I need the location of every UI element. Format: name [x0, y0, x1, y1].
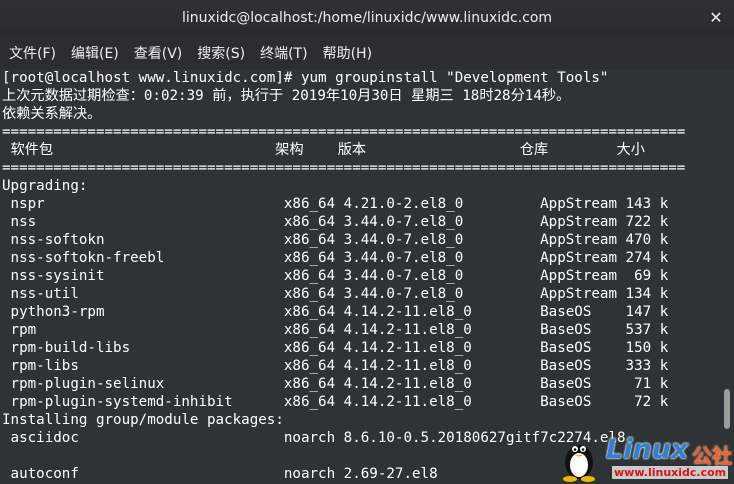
terminal-line: Installing group/module packages: — [2, 412, 284, 428]
menu-help[interactable]: 帮助(H) — [317, 43, 378, 63]
menu-view[interactable]: 查看(V) — [128, 43, 189, 63]
terminal-line: nss-util x86_64 3.44.0-7.el8_0 AppStream… — [2, 286, 669, 302]
close-button[interactable]: ✕ — [706, 8, 726, 28]
terminal-line: 依赖关系解决。 — [2, 106, 102, 122]
watermark-brand: Linux — [606, 434, 689, 465]
terminal-line: rpm-build-libs x86_64 4.14.2-11.el8_0 Ba… — [2, 340, 669, 356]
watermark-suffix: 公社 — [692, 444, 732, 468]
menu-search[interactable]: 搜索(S) — [191, 43, 251, 63]
terminal-line: rpm-libs x86_64 4.14.2-11.el8_0 BaseOS 3… — [2, 358, 669, 374]
terminal-line: 上次元数据过期检查：0:02:39 前，执行于 2019年10月30日 星期三 … — [2, 88, 571, 104]
watermark-url: www.linuxidc.com — [612, 466, 729, 479]
terminal-line: nss-sysinit x86_64 3.44.0-7.el8_0 AppStr… — [2, 268, 669, 284]
menu-edit[interactable]: 编辑(E) — [65, 43, 125, 63]
terminal-line: ========================================… — [2, 124, 686, 140]
terminal-line: python3-rpm x86_64 4.14.2-11.el8_0 BaseO… — [2, 304, 669, 320]
terminal-line: nss-softokn x86_64 3.44.0-7.el8_0 AppStr… — [2, 232, 669, 248]
terminal-line: Upgrading: — [2, 178, 88, 194]
site-watermark: Linux 公社 www.linuxidc.com — [554, 434, 732, 482]
terminal-scrollbar[interactable] — [724, 389, 730, 429]
terminal-line: asciidoc noarch 8.6.10-0.5.20180627gitf7… — [2, 430, 626, 446]
menu-terminal[interactable]: 终端(T) — [254, 43, 313, 63]
window-titlebar: linuxidc@localhost:/home/linuxidc/www.li… — [0, 0, 734, 36]
terminal-line: autoconf noarch 2.69-27.el8 — [2, 466, 438, 482]
terminal-line: nss x86_64 3.44.0-7.el8_0 AppStream 722 … — [2, 214, 669, 230]
terminal-line: rpm-plugin-systemd-inhibit x86_64 4.14.2… — [2, 394, 669, 410]
terminal-line: 软件包 架构 版本 仓库 大小 — [2, 142, 645, 158]
terminal-line: nspr x86_64 4.21.0-2.el8_0 AppStream 143… — [2, 196, 669, 212]
terminal-line: [root@localhost www.linuxidc.com]# yum g… — [2, 70, 609, 86]
terminal-line: rpm x86_64 4.14.2-11.el8_0 BaseOS 537 k — [2, 322, 669, 338]
terminal-output[interactable]: [root@localhost www.linuxidc.com]# yum g… — [0, 69, 734, 484]
terminal-line: nss-softokn-freebl x86_64 3.44.0-7.el8_0… — [2, 250, 669, 266]
menu-bar: 文件(F) 编辑(E) 查看(V) 搜索(S) 终端(T) 帮助(H) — [0, 36, 734, 70]
terminal-line: rpm-plugin-selinux x86_64 4.14.2-11.el8_… — [2, 376, 669, 392]
menu-file[interactable]: 文件(F) — [3, 43, 62, 63]
tux-penguin-icon — [563, 445, 595, 482]
window-title: linuxidc@localhost:/home/linuxidc/www.li… — [181, 10, 553, 26]
terminal-line: ========================================… — [2, 160, 686, 176]
